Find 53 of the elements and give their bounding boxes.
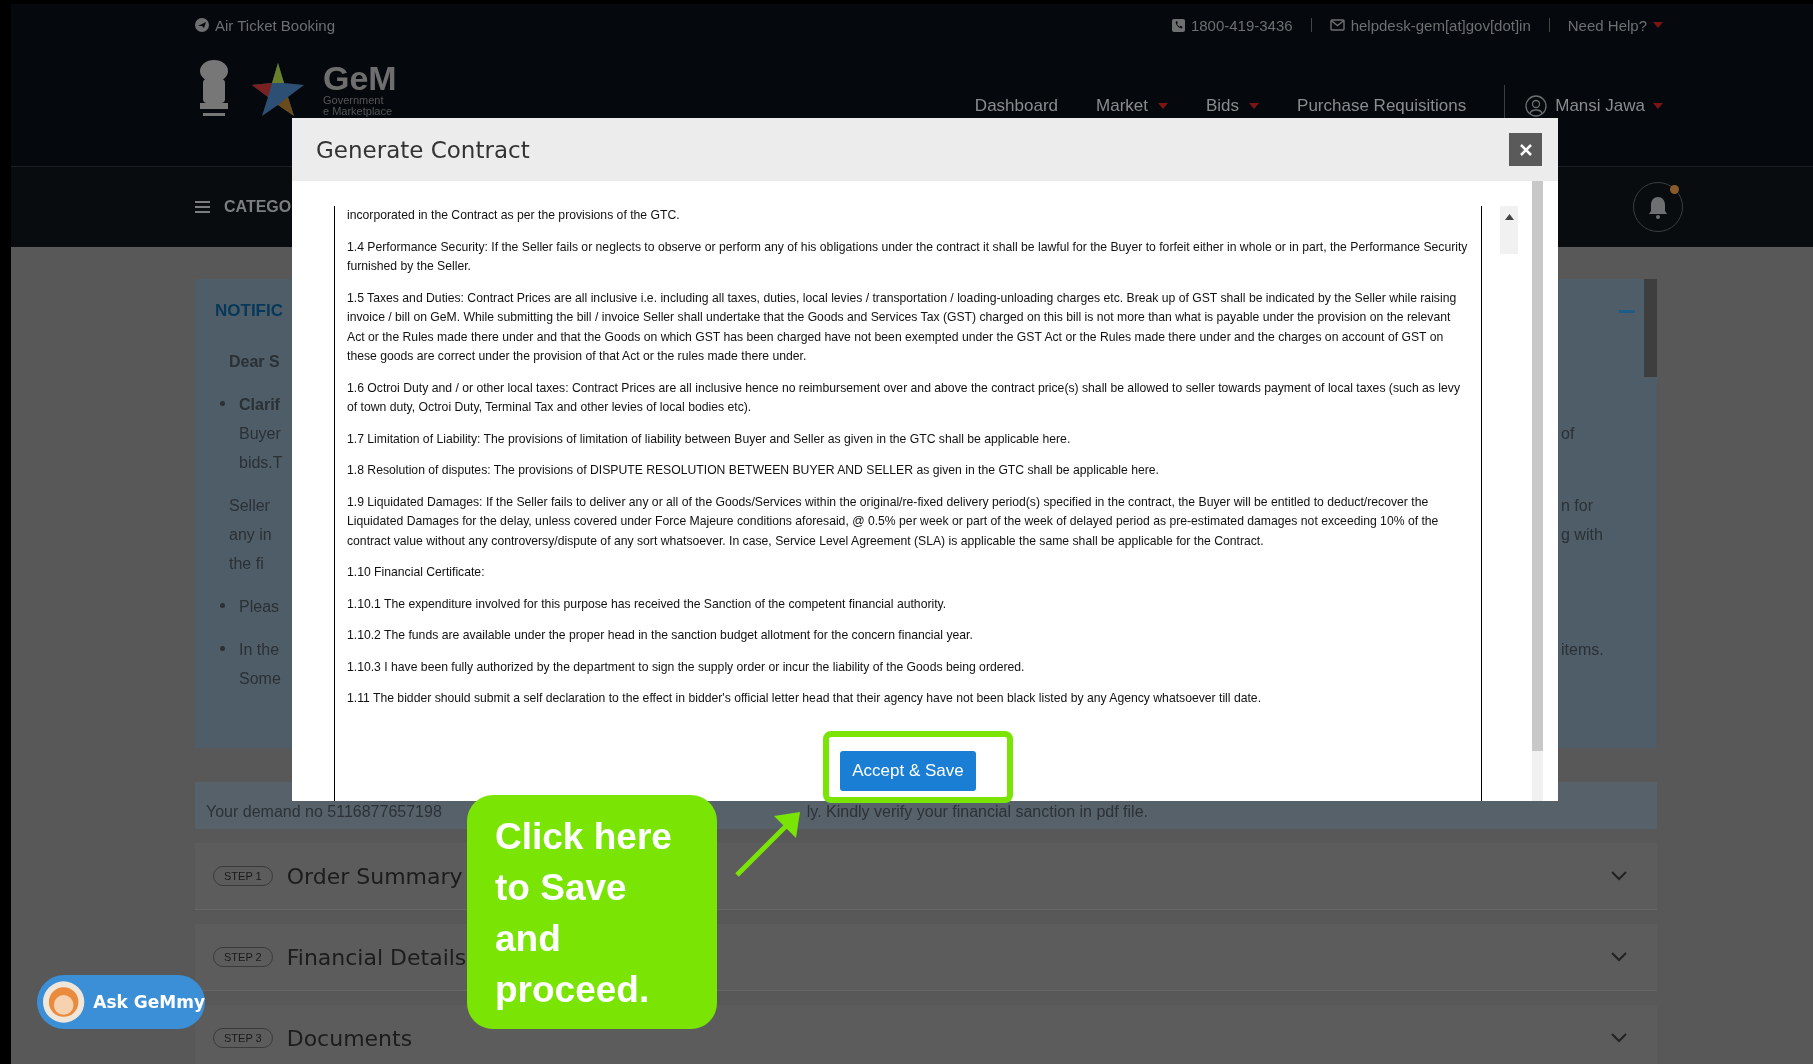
bullet-dot (220, 401, 225, 406)
nav-link[interactable]: Purchase Requisitions (1297, 96, 1467, 116)
categories-menu[interactable]: CATEGO (224, 198, 292, 216)
contract-clause: 1.4 Performance Security: If the Seller fails or neglects to observe or perform any of his obligations under the contract it shall be lawful for the Buyer to forfeit either in whole or in part, the Performance Security furnished by the Seller. (347, 238, 1469, 275)
contract-clause: 1.6 Octroi Duty and / or other local taxes: Contract Prices are all inclusive hence no reimbursement over and above the contract price(s) shall be allowed to seller towards payment of local taxes (such as levy of town duty, Octroi Duty, Terminal Tax and other levies of local bodies etc). (347, 379, 1461, 416)
avatar-icon (42, 980, 86, 1024)
bullet-dot (220, 646, 225, 651)
contract-clause: 1.5 Taxes and Duties: Contract Prices are all inclusive i.e. including all taxes, duties, local levies / transportation / loading-unloading charges etc. Break up of GST shall be indicated by the Seller while raising invoice / bill on GeM. While submitting the bill / invoice Seller shall undertake that the Goods and Services Tax (GST) charged on this bill is not more than what is payable under the provision on the relevant Act or the Rules made there under and that the Goods on which GST has been charged have not been exempted under the GST Act or the Rules made there under and the charges on account of GST on these goods are correct under the provision of that Act or the rules made there under. (347, 289, 1458, 365)
close-icon (1518, 142, 1533, 157)
contract-clause: 1.7 Limitation of Liability: The provisions of limitation of liability between Buyer and Seller as given in the GTC shall be applicable here. (347, 430, 1072, 448)
help-dropdown[interactable]: Need Help? (1567, 16, 1647, 34)
contract-clause: 1.8 Resolution of disputes: The provisions of DISPUTE RESOLUTION BETWEEN BUYER AND SELLER as given in the GTC shall be applicable here. (347, 462, 1160, 479)
contract-clause: 1.10.3 I have been fully authorized by the department to sign the supply order or incur the liability of the Goods being ordered. (347, 658, 1026, 676)
step-title: Documents (286, 1025, 413, 1051)
scrollbar-thumb[interactable] (1644, 279, 1657, 377)
nav-link[interactable]: Bids (1206, 96, 1240, 116)
scroll-up-icon[interactable] (1504, 214, 1514, 220)
caret-icon (1653, 103, 1663, 109)
menu-icon[interactable] (195, 201, 210, 213)
mail-icon (1329, 19, 1345, 31)
chevron-down-icon (1611, 952, 1627, 962)
chevron-down-icon (1611, 871, 1627, 881)
air-ticket-link[interactable]: Air Ticket Booking (215, 16, 336, 34)
contract-clause: 1.11 The bidder should submit a self declaration to the effect in bidder's official letter head that their agency have not been black listed by any Agency whatsoever till date. (347, 690, 1263, 707)
phone-number: 1800-419-3436 (1190, 16, 1293, 34)
nav-link[interactable]: Market (1096, 96, 1148, 116)
logo-subtitle: e Marketplace (323, 106, 394, 117)
notification-button[interactable] (1633, 182, 1683, 232)
phone-icon (1171, 18, 1185, 32)
nav-link[interactable]: Dashboard (974, 96, 1059, 116)
contract-clause: 1.10 Financial Certificate: (347, 564, 486, 581)
user-icon (1525, 95, 1548, 117)
close-button[interactable] (1509, 133, 1542, 166)
user-menu[interactable]: Mansi Jawa (1555, 96, 1645, 116)
contract-clause: incorporated in the Contract as per the provisions of the GTC. (347, 207, 681, 224)
contract-clause: 1.10.2 The funds are available under the proper head in the sanction budget allotment for the concern financial year. (347, 627, 974, 644)
chevron-down-icon (1611, 1033, 1627, 1043)
email-link[interactable]: helpdesk-gem[at]gov[dot]in (1350, 16, 1531, 34)
panel-title: NOTIFIC (215, 301, 283, 321)
bullet-dot (220, 603, 225, 608)
contract-clause: 1.9 Liquidated Damages: If the Seller fails to deliver any or all of the Goods/Services within the original/re-fixed delivery period(s) specified in the contract, the Buyer will be entitled to deduct/recover the Liquidated Damages for the delay, unless covered under Force Majeure conditions aforesaid, @ 0.5% per week or part of the week of delayed period as pre-estimated damages not exceeding 10% of the contract value without any controversy/dispute of any sort whatsoever. In case, Service Level Agreement (SLA) is applicable the same shall be applicable for the Contract. (347, 493, 1440, 550)
notification-dot (1670, 185, 1679, 194)
logo-name: GeM (323, 61, 397, 95)
step-title: Financial Details (286, 944, 467, 970)
contract-clause: 1.10.1 The expenditure involved for this purpose has received the Sanction of the competent financial authority. (347, 595, 948, 613)
bell-icon (1647, 195, 1669, 219)
airplane-icon (195, 18, 209, 32)
assistant-button[interactable]: Ask GeMmy (37, 975, 205, 1029)
step-title: Order Summary (286, 863, 463, 889)
accept-save-button[interactable]: Accept & Save (840, 750, 976, 791)
logo-subtitle: Government (323, 95, 385, 106)
caret-icon (1653, 22, 1663, 28)
dialog-title: Generate Contract (316, 136, 530, 163)
